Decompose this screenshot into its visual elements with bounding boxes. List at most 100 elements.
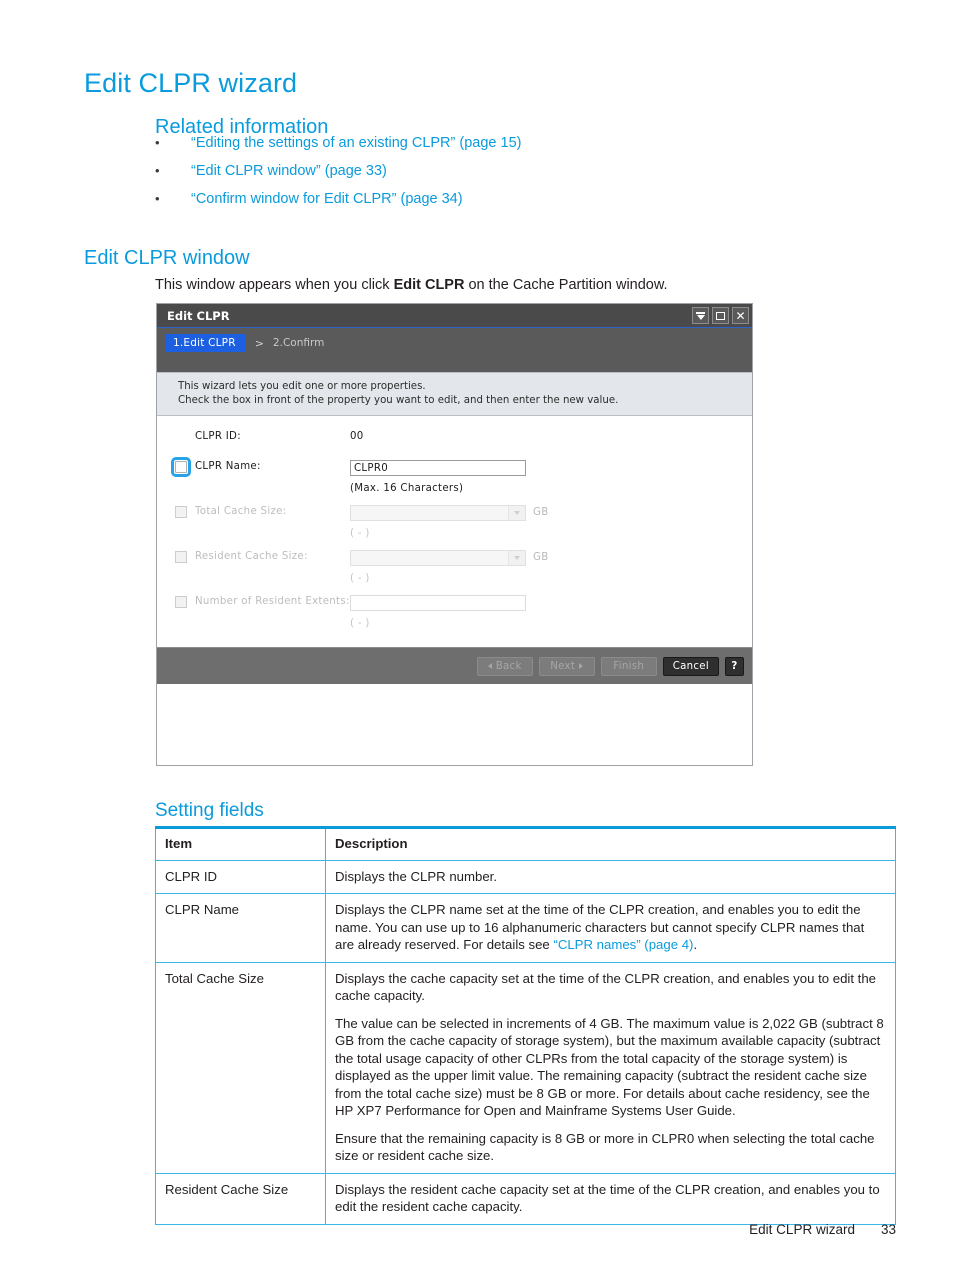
page-footer: Edit CLPR wizard 33 xyxy=(749,1222,896,1237)
field-checkbox-placeholder xyxy=(175,430,195,431)
description-paragraph: Displays the resident cache capacity set… xyxy=(335,1181,880,1215)
dialog-button-bar: Back Next Finish Cancel ? xyxy=(157,647,752,684)
resident-cache-size-unit: GB xyxy=(533,552,549,563)
resident-cache-size-select[interactable] xyxy=(350,550,526,566)
resident-extents-checkbox[interactable] xyxy=(175,596,187,608)
list-item[interactable]: • “Edit CLPR window” (page 33) xyxy=(155,163,795,191)
step-separator-icon: > xyxy=(254,336,264,350)
intro-text-before: This window appears when you click xyxy=(155,276,394,293)
total-cache-size-select[interactable] xyxy=(350,505,526,521)
resident-cache-size-label: Resident Cache Size: xyxy=(195,551,308,562)
wizard-step-bar: 1.Edit CLPR > 2.Confirm xyxy=(157,328,752,358)
field-row-total-cache-size: Total Cache Size: GB ( - ) xyxy=(157,505,752,540)
column-header-item: Item xyxy=(155,826,326,861)
table-row: CLPR Name Displays the CLPR name set at … xyxy=(155,893,896,963)
row-item-resident-cache-size: Resident Cache Size xyxy=(155,1172,326,1225)
total-cache-size-checkbox-cell xyxy=(175,505,195,518)
arrow-left-icon xyxy=(487,663,492,669)
back-button[interactable]: Back xyxy=(476,656,533,676)
row-description-total-cache-size: Displays the cache capacity set at the t… xyxy=(325,961,896,1174)
back-button-label: Back xyxy=(495,660,522,672)
field-row-clpr-id: CLPR ID: 00 xyxy=(157,430,752,450)
clpr-name-checkbox[interactable] xyxy=(171,457,191,477)
column-header-description: Description xyxy=(325,826,896,861)
field-row-clpr-name: CLPR Name: CLPR0 (Max. 16 Characters) xyxy=(157,457,752,495)
intro-text-after: on the Cache Partition window. xyxy=(464,276,668,293)
intro-bold-term: Edit CLPR xyxy=(393,276,465,293)
wizard-step-2[interactable]: 2.Confirm xyxy=(273,337,324,349)
edit-clpr-dialog-screenshot: Edit CLPR ✕ 1.Edit CLPR > 2.Confirm This… xyxy=(156,303,753,766)
finish-button[interactable]: Finish xyxy=(600,656,657,676)
instruction-line-2: Check the box in front of the property y… xyxy=(178,395,619,406)
wizard-step-1[interactable]: 1.Edit CLPR xyxy=(165,334,246,352)
row-description-resident-cache-size: Displays the resident cache capacity set… xyxy=(325,1172,896,1225)
wizard-instructions: This wizard lets you edit one or more pr… xyxy=(157,372,752,416)
total-cache-size-hint: ( - ) xyxy=(350,528,370,539)
next-button-label: Next xyxy=(550,660,576,672)
total-cache-size-checkbox[interactable] xyxy=(175,506,187,518)
description-paragraph: Ensure that the remaining capacity is 8 … xyxy=(335,1130,875,1164)
close-icon[interactable]: ✕ xyxy=(732,307,749,324)
cancel-button[interactable]: Cancel xyxy=(662,656,719,676)
description-paragraph: The value can be selected in increments … xyxy=(335,1015,884,1119)
cross-reference-link[interactable]: “Edit CLPR window” (page 33) xyxy=(191,163,387,179)
list-item[interactable]: • “Confirm window for Edit CLPR” (page 3… xyxy=(155,191,795,219)
field-row-resident-cache-size: Resident Cache Size: GB ( - ) xyxy=(157,550,752,585)
chevron-down-icon[interactable] xyxy=(508,506,525,520)
list-item[interactable]: • “Editing the settings of an existing C… xyxy=(155,135,795,163)
edit-clpr-window-heading: Edit CLPR window xyxy=(84,246,250,269)
resident-extents-checkbox-cell xyxy=(175,595,195,608)
dialog-titlebar: Edit CLPR ✕ xyxy=(157,304,752,328)
clpr-name-checkbox-cell xyxy=(171,457,195,477)
table-row: CLPR ID Displays the CLPR number. xyxy=(155,859,896,894)
instruction-line-1: This wizard lets you edit one or more pr… xyxy=(178,381,426,392)
resident-cache-size-checkbox-cell xyxy=(175,550,195,563)
resident-cache-size-field-group: GB ( - ) xyxy=(350,550,548,585)
resident-extents-hint: ( - ) xyxy=(350,618,370,629)
clpr-name-input[interactable]: CLPR0 xyxy=(350,460,526,476)
footer-page-number: 33 xyxy=(880,1222,896,1237)
related-information-list: • “Editing the settings of an existing C… xyxy=(155,135,795,219)
maximize-icon[interactable] xyxy=(712,307,729,324)
pin-icon[interactable] xyxy=(692,307,709,324)
resident-extents-field-group: ( - ) xyxy=(350,595,526,630)
step-bar-spacer xyxy=(157,358,752,372)
intro-paragraph: This window appears when you click Edit … xyxy=(155,277,668,293)
bullet-icon: • xyxy=(155,191,160,206)
clpr-name-label: CLPR Name: xyxy=(195,461,261,472)
clpr-name-hint: (Max. 16 Characters) xyxy=(350,483,464,494)
help-button[interactable]: ? xyxy=(725,656,744,676)
document-page: Edit CLPR wizard Related information • “… xyxy=(0,0,954,1271)
clpr-id-label: CLPR ID: xyxy=(195,431,241,442)
cross-reference-link[interactable]: “Editing the settings of an existing CLP… xyxy=(191,135,521,151)
row-description-clpr-name: Displays the CLPR name set at the time o… xyxy=(325,893,896,963)
description-paragraph: Displays the CLPR number. xyxy=(335,868,497,884)
table-row: Resident Cache Size Displays the residen… xyxy=(155,1172,896,1225)
table-header-row: Item Description xyxy=(155,826,896,861)
field-row-resident-extents: Number of Resident Extents: ( - ) xyxy=(157,595,752,630)
dialog-title: Edit CLPR xyxy=(167,308,230,323)
next-button[interactable]: Next xyxy=(538,656,595,676)
total-cache-size-label: Total Cache Size: xyxy=(195,506,287,517)
clpr-id-value: 00 xyxy=(350,431,364,442)
cross-reference-link[interactable]: “CLPR names” (page 4) xyxy=(553,937,693,952)
row-item-clpr-name: CLPR Name xyxy=(155,893,326,963)
cross-reference-link[interactable]: “Confirm window for Edit CLPR” (page 34) xyxy=(191,191,463,207)
description-paragraph: Displays the CLPR name set at the time o… xyxy=(335,901,886,954)
setting-fields-table: Item Description CLPR ID Displays the CL… xyxy=(155,826,896,1225)
page-title: Edit CLPR wizard xyxy=(84,68,298,99)
row-description-clpr-id: Displays the CLPR number. xyxy=(325,859,896,894)
table-row: Total Cache Size Displays the cache capa… xyxy=(155,961,896,1174)
description-text-tail: . xyxy=(693,937,698,952)
bullet-icon: • xyxy=(155,163,160,178)
total-cache-size-value xyxy=(351,506,508,520)
resident-extents-input[interactable] xyxy=(350,595,526,611)
arrow-right-icon xyxy=(579,663,584,669)
resident-extents-label: Number of Resident Extents: xyxy=(195,596,350,607)
total-cache-size-unit: GB xyxy=(533,507,549,518)
resident-cache-size-value xyxy=(351,551,508,565)
resident-cache-size-checkbox[interactable] xyxy=(175,551,187,563)
row-item-total-cache-size: Total Cache Size xyxy=(155,961,326,1174)
total-cache-size-field-group: GB ( - ) xyxy=(350,505,548,540)
chevron-down-icon[interactable] xyxy=(508,551,525,565)
